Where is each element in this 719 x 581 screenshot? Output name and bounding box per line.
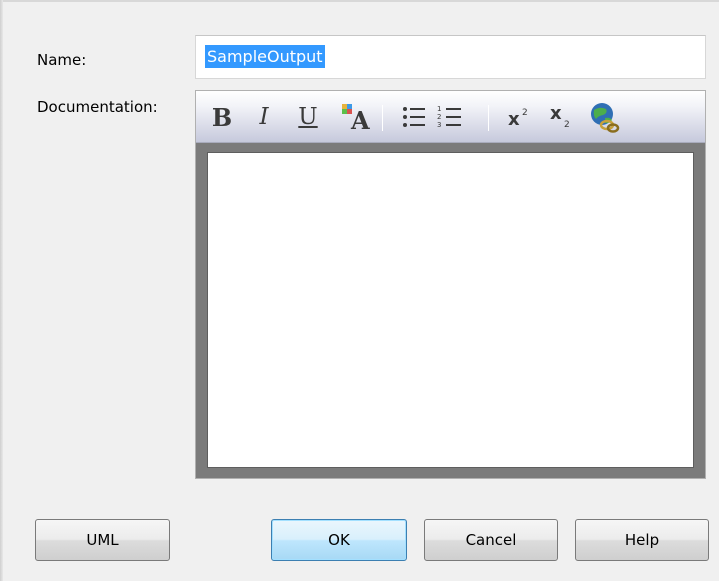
svg-text:1: 1 [437, 105, 441, 113]
name-input[interactable]: SampleOutput [195, 35, 706, 79]
bulleted-list-icon[interactable] [400, 101, 428, 133]
name-label: Name: [37, 51, 87, 69]
uml-button[interactable]: UML [35, 519, 170, 561]
help-button[interactable]: Help [575, 519, 709, 561]
ok-button[interactable]: OK [271, 519, 407, 561]
svg-text:A: A [350, 106, 370, 133]
numbered-list-icon[interactable]: 1 2 3 [436, 101, 464, 133]
svg-text:x: x [550, 103, 562, 124]
font-color-icon[interactable]: A [336, 101, 376, 133]
name-value-selected-text[interactable]: SampleOutput [205, 45, 325, 68]
documentation-editor: B I U A 1 2 3 x 2 x 2 [195, 90, 706, 479]
underline-icon[interactable]: U [296, 101, 320, 133]
italic-icon[interactable]: I [254, 101, 274, 133]
editor-toolbar: B I U A 1 2 3 x 2 x 2 [196, 91, 705, 143]
svg-text:x: x [508, 109, 520, 130]
toolbar-separator [382, 105, 383, 131]
cancel-button[interactable]: Cancel [424, 519, 558, 561]
svg-text:3: 3 [437, 121, 441, 129]
hyperlink-globe-icon[interactable] [588, 101, 620, 133]
superscript-icon[interactable]: x 2 [504, 101, 536, 133]
subscript-icon[interactable]: x 2 [546, 101, 578, 133]
svg-text:2: 2 [522, 108, 528, 118]
window-frame-top [0, 0, 719, 2]
documentation-text-area[interactable] [207, 152, 694, 468]
documentation-label: Documentation: [37, 98, 158, 116]
toolbar-separator [488, 105, 489, 131]
window-frame-left [0, 0, 3, 581]
bold-icon[interactable]: B [210, 101, 234, 133]
svg-text:2: 2 [437, 113, 441, 121]
svg-text:2: 2 [564, 120, 570, 130]
